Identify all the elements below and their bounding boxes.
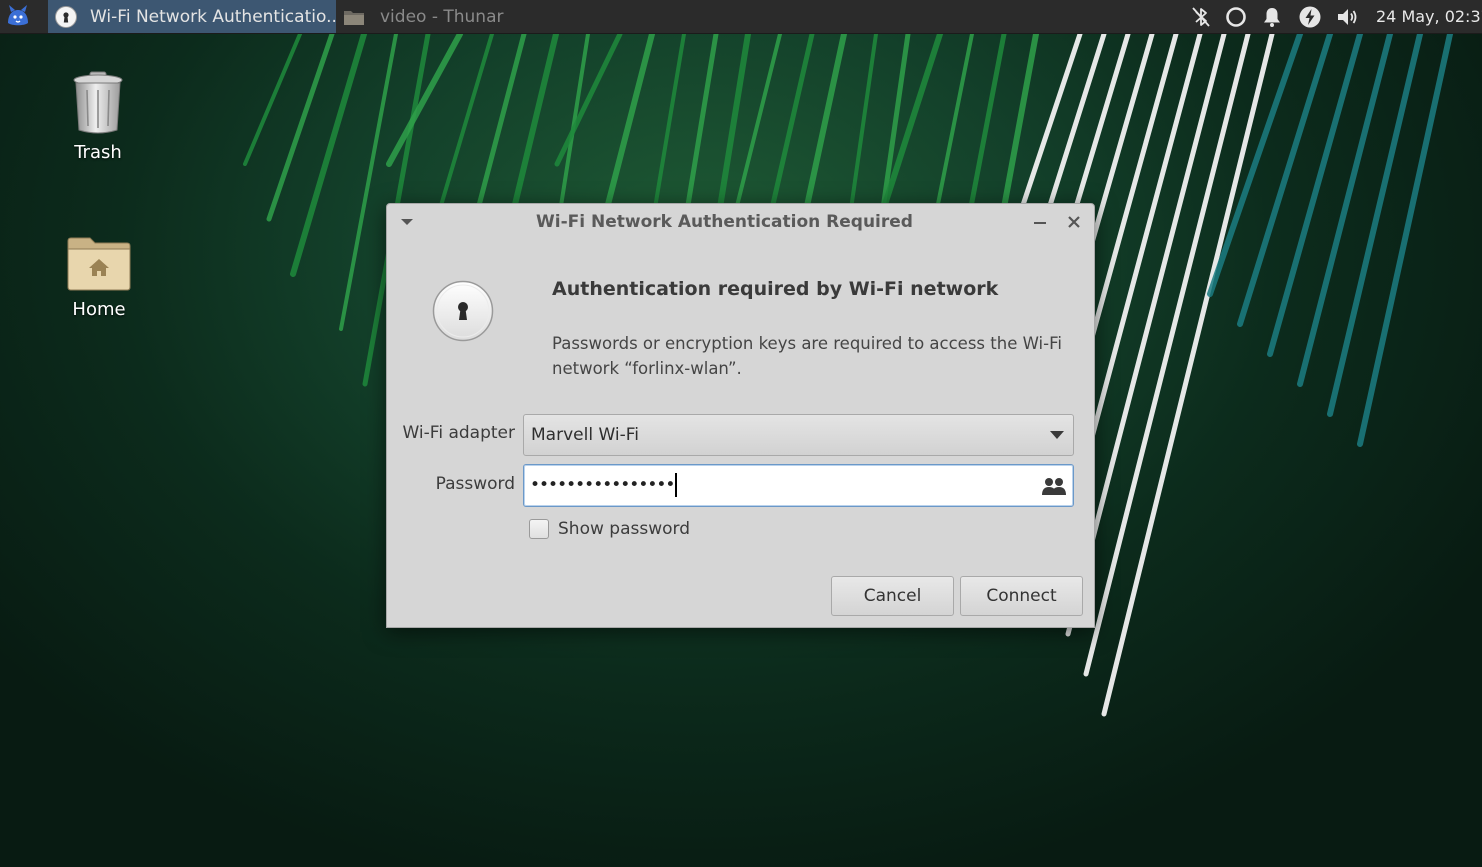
desktop-icon-label: Home xyxy=(72,299,126,320)
notification-bell-icon[interactable] xyxy=(1259,4,1285,30)
wifi-auth-dialog: Wi-Fi Network Authentication Required Au… xyxy=(386,203,1095,628)
wifi-adapter-value: Marvell Wi-Fi xyxy=(531,425,640,445)
taskbar-item-label: video - Thunar xyxy=(380,6,504,27)
taskbar-item-auth-dialog[interactable]: Wi-Fi Network Authenticatio... xyxy=(48,0,336,33)
show-password-row[interactable]: Show password xyxy=(529,519,690,539)
show-password-label: Show password xyxy=(558,519,690,539)
wifi-adapter-label: Wi-Fi adapter xyxy=(402,423,516,443)
trash-icon xyxy=(73,71,123,134)
connect-button[interactable]: Connect xyxy=(960,576,1083,616)
password-label: Password xyxy=(435,474,515,494)
wallpaper-streak xyxy=(1101,31,1275,717)
taskbar-item-thunar[interactable]: video - Thunar xyxy=(340,0,540,33)
keyhole-icon xyxy=(432,280,494,342)
password-input[interactable]: •••••••••••••••• xyxy=(523,464,1074,507)
chevron-down-icon xyxy=(1050,431,1064,439)
dialog-titlebar[interactable]: Wi-Fi Network Authentication Required xyxy=(387,204,1094,240)
password-user-scope-icon[interactable] xyxy=(1041,475,1067,497)
folder-icon xyxy=(344,10,364,25)
wifi-adapter-select[interactable]: Marvell Wi-Fi xyxy=(523,414,1074,456)
panel-clock[interactable]: 24 May, 02:37 xyxy=(1376,0,1482,33)
home-folder-icon xyxy=(67,237,131,291)
power-icon[interactable] xyxy=(1297,4,1323,30)
bluetooth-off-icon[interactable] xyxy=(1188,4,1214,30)
text-caret xyxy=(675,473,678,497)
whisker-menu-icon[interactable] xyxy=(4,3,32,29)
wallpaper-streak xyxy=(554,31,623,167)
dialog-description: Passwords or encryption keys are require… xyxy=(552,334,1062,378)
circle-icon[interactable] xyxy=(1223,4,1249,30)
wallpaper-streak xyxy=(266,31,335,222)
minimize-icon[interactable] xyxy=(1031,214,1049,232)
wallpaper-streak xyxy=(1083,31,1251,677)
keyhole-icon xyxy=(55,5,77,28)
desktop-icon-home[interactable]: Home xyxy=(39,235,159,320)
wallpaper-streak xyxy=(290,31,367,277)
volume-icon[interactable] xyxy=(1335,4,1361,30)
desktop-icon-trash[interactable]: Trash xyxy=(38,70,158,163)
dialog-heading: Authentication required by Wi-Fi network xyxy=(552,278,999,300)
top-panel: Wi-Fi Network Authenticatio... video - T… xyxy=(0,0,1482,34)
taskbar-item-label: Wi-Fi Network Authenticatio... xyxy=(90,6,336,27)
cancel-button[interactable]: Cancel xyxy=(831,576,954,616)
password-value: •••••••••••••••• xyxy=(530,475,675,495)
close-icon[interactable] xyxy=(1064,212,1084,232)
desktop-icon-label: Trash xyxy=(74,142,122,163)
dialog-title: Wi-Fi Network Authentication Required xyxy=(536,212,913,232)
wallpaper-streak xyxy=(1207,31,1303,297)
show-password-checkbox[interactable] xyxy=(529,519,549,539)
